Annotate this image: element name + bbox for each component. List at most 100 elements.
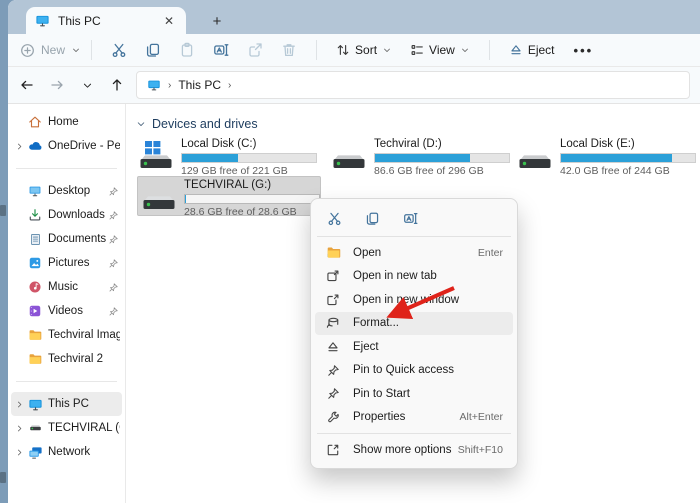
pin-icon	[106, 234, 120, 245]
onedrive-cloud-icon	[26, 139, 44, 154]
chevron-right-icon[interactable]	[13, 400, 26, 409]
sidebar-item-techviral-2[interactable]: Techviral 2	[11, 347, 122, 371]
sidebar-item-label: Techviral 2	[48, 353, 120, 365]
menu-shortcut: Shift+F10	[458, 444, 503, 456]
sidebar-item-downloads[interactable]: Downloads	[11, 203, 122, 227]
forward-button[interactable]	[42, 72, 72, 98]
devices-and-drives-header[interactable]: Devices and drives	[136, 117, 258, 131]
sidebar-item-techviral-g[interactable]: TECHVIRAL (G:)	[11, 416, 122, 440]
pictures-icon	[26, 256, 44, 270]
paste-button[interactable]	[170, 37, 204, 63]
menu-item-pin-to-quick-access[interactable]: Pin to Quick access	[315, 359, 513, 383]
pin-icon	[106, 306, 120, 317]
folder-icon	[26, 352, 44, 366]
divider	[91, 40, 92, 60]
drive-tile-e[interactable]: Local Disk (E:) 42.0 GB free of 244 GB	[516, 138, 700, 178]
menu-item-label: Open in new window	[353, 294, 459, 306]
eject-button[interactable]: Eject	[500, 37, 564, 63]
monitor-icon	[147, 78, 161, 92]
new-button[interactable]: New	[20, 43, 81, 58]
recent-locations-button[interactable]	[72, 72, 102, 98]
menu-item-label: Properties	[353, 411, 405, 423]
rename-button[interactable]	[395, 206, 425, 231]
copy-button[interactable]	[357, 206, 387, 231]
drive-icon	[516, 138, 554, 172]
sidebar-item-label: TECHVIRAL (G:)	[48, 422, 120, 434]
up-button[interactable]	[102, 72, 132, 98]
command-bar: New Sort View Eje	[8, 34, 700, 67]
sidebar-item-onedrive[interactable]: OneDrive - Persona	[11, 134, 122, 158]
sort-button[interactable]: Sort	[327, 37, 401, 63]
capacity-bar	[181, 153, 317, 163]
sidebar-item-desktop[interactable]: Desktop	[11, 179, 122, 203]
view-button[interactable]: View	[401, 37, 479, 63]
breadcrumb[interactable]: › This PC ›	[136, 71, 690, 99]
sidebar-item-label: OneDrive - Persona	[48, 140, 120, 152]
drive-name: TECHVIRAL (G:)	[184, 179, 318, 192]
capacity-bar	[374, 153, 510, 163]
sidebar-item-pictures[interactable]: Pictures	[11, 251, 122, 275]
menu-item-show-more-options[interactable]: Show more options Shift+F10	[315, 438, 513, 462]
drive-tile-d[interactable]: Techviral (D:) 86.6 GB free of 296 GB	[330, 138, 514, 178]
sidebar-item-label: Downloads	[48, 209, 106, 221]
drive-name: Local Disk (E:)	[560, 138, 700, 151]
drive-name: Local Disk (C:)	[181, 138, 321, 151]
address-bar: › This PC ›	[8, 67, 700, 104]
sidebar-item-this-pc[interactable]: This PC	[11, 392, 122, 416]
menu-item-open-in-new-window[interactable]: Open in new window	[315, 288, 513, 312]
sidebar-item-music[interactable]: Music	[11, 275, 122, 299]
menu-item-properties[interactable]: Properties Alt+Enter	[315, 406, 513, 430]
sidebar-item-label: Music	[48, 281, 106, 293]
desktop-icon	[26, 184, 44, 198]
monitor-icon	[35, 13, 50, 28]
share-button[interactable]	[238, 37, 272, 63]
chevron-right-icon[interactable]	[13, 448, 26, 457]
menu-item-open-in-new-tab[interactable]: Open in new tab	[315, 265, 513, 289]
chevron-down-icon[interactable]	[136, 119, 146, 129]
section-header-label: Devices and drives	[152, 117, 258, 131]
menu-item-label: Pin to Quick access	[353, 364, 454, 376]
pin-icon	[325, 364, 341, 377]
pin-icon	[106, 282, 120, 293]
sidebar-item-documents[interactable]: Documents	[11, 227, 122, 251]
cut-button[interactable]	[319, 206, 349, 231]
chevron-right-icon[interactable]	[13, 142, 26, 151]
sidebar-item-network[interactable]: Network	[11, 440, 122, 464]
cut-button[interactable]	[102, 37, 136, 63]
copy-button[interactable]	[136, 37, 170, 63]
menu-item-eject[interactable]: Eject	[315, 335, 513, 359]
menu-item-label: Format...	[353, 317, 399, 329]
explorer-window: This PC ✕ + New Sort	[0, 0, 700, 503]
more-options-button[interactable]: •••	[564, 43, 604, 58]
menu-item-label: Pin to Start	[353, 388, 410, 400]
desktop-icon-fragment	[0, 472, 6, 483]
menu-item-label: Open in new tab	[353, 270, 437, 282]
drive-tile-c[interactable]: Local Disk (C:) 129 GB free of 221 GB	[137, 138, 321, 178]
drive-tile-g-selected[interactable]: TECHVIRAL (G:) 28.6 GB free of 28.6 GB	[137, 176, 321, 216]
menu-item-pin-to-start[interactable]: Pin to Start	[315, 382, 513, 406]
menu-item-open[interactable]: Open Enter	[315, 241, 513, 265]
drive-info: 28.6 GB free of 28.6 GB	[184, 206, 318, 219]
tab-title: This PC	[58, 14, 161, 28]
monitor-icon	[26, 397, 44, 412]
context-menu-quick-actions	[315, 203, 513, 232]
sidebar-item-home[interactable]: Home	[11, 110, 122, 134]
new-tab-button[interactable]: +	[206, 10, 228, 32]
rename-button[interactable]	[204, 37, 238, 63]
plus-circle-icon	[20, 43, 35, 58]
sidebar-item-videos[interactable]: Videos	[11, 299, 122, 323]
delete-button[interactable]	[272, 37, 306, 63]
divider	[317, 433, 511, 434]
network-icon	[26, 445, 44, 460]
music-icon	[26, 280, 44, 294]
documents-icon	[26, 233, 44, 246]
breadcrumb-this-pc[interactable]: This PC	[178, 78, 221, 92]
tab-this-pc[interactable]: This PC ✕	[26, 7, 186, 34]
tab-close-icon[interactable]: ✕	[161, 14, 177, 28]
sidebar-item-techviral-images[interactable]: Techviral Images	[11, 323, 122, 347]
chevron-right-icon[interactable]	[13, 424, 26, 433]
menu-item-format[interactable]: Format...	[315, 312, 513, 336]
pin-icon	[106, 210, 120, 221]
view-label: View	[429, 43, 455, 57]
back-button[interactable]	[12, 72, 42, 98]
